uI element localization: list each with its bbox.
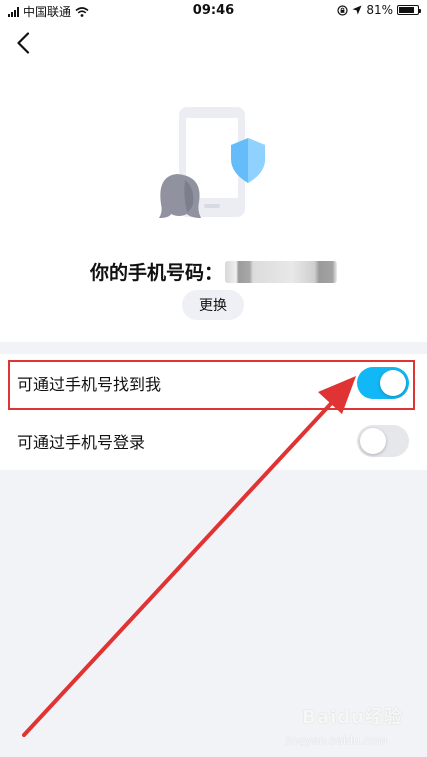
battery-fill [399,7,414,13]
phone-number-line: 你的手机号码： [0,258,427,285]
toggle-knob [380,370,406,396]
lock-rotation-icon [337,4,348,16]
back-button[interactable] [10,28,36,58]
phone-security-illustration [159,107,265,218]
login-by-phone-toggle[interactable] [357,425,409,457]
setting-label-login-by-phone: 可通过手机号登录 [17,433,146,452]
chevron-left-icon [17,32,30,54]
toggle-knob [360,428,386,454]
settings-list: 可通过手机号找到我 可通过手机号登录 [0,354,427,470]
battery-percent: 81% [366,3,393,17]
find-by-phone-toggle[interactable] [357,367,409,399]
setting-row-login-by-phone[interactable]: 可通过手机号登录 [0,412,427,470]
location-icon [352,5,362,15]
phone-info-card: 你的手机号码： 更换 [0,22,427,342]
change-phone-button[interactable]: 更换 [182,290,244,320]
watermark-url: jingyan.baidu.com [285,734,387,747]
status-right: 81% [337,3,421,17]
setting-row-find-by-phone[interactable]: 可通过手机号找到我 [0,354,427,412]
battery-icon [397,5,421,15]
masked-phone-number [225,260,337,283]
setting-label-find-by-phone: 可通过手机号找到我 [17,375,162,394]
watermark-brand: Baidu经验 [302,707,403,728]
phone-number-label: 你的手机号码： [89,262,223,284]
status-bar: 中国联通 09:46 81% [0,0,427,22]
